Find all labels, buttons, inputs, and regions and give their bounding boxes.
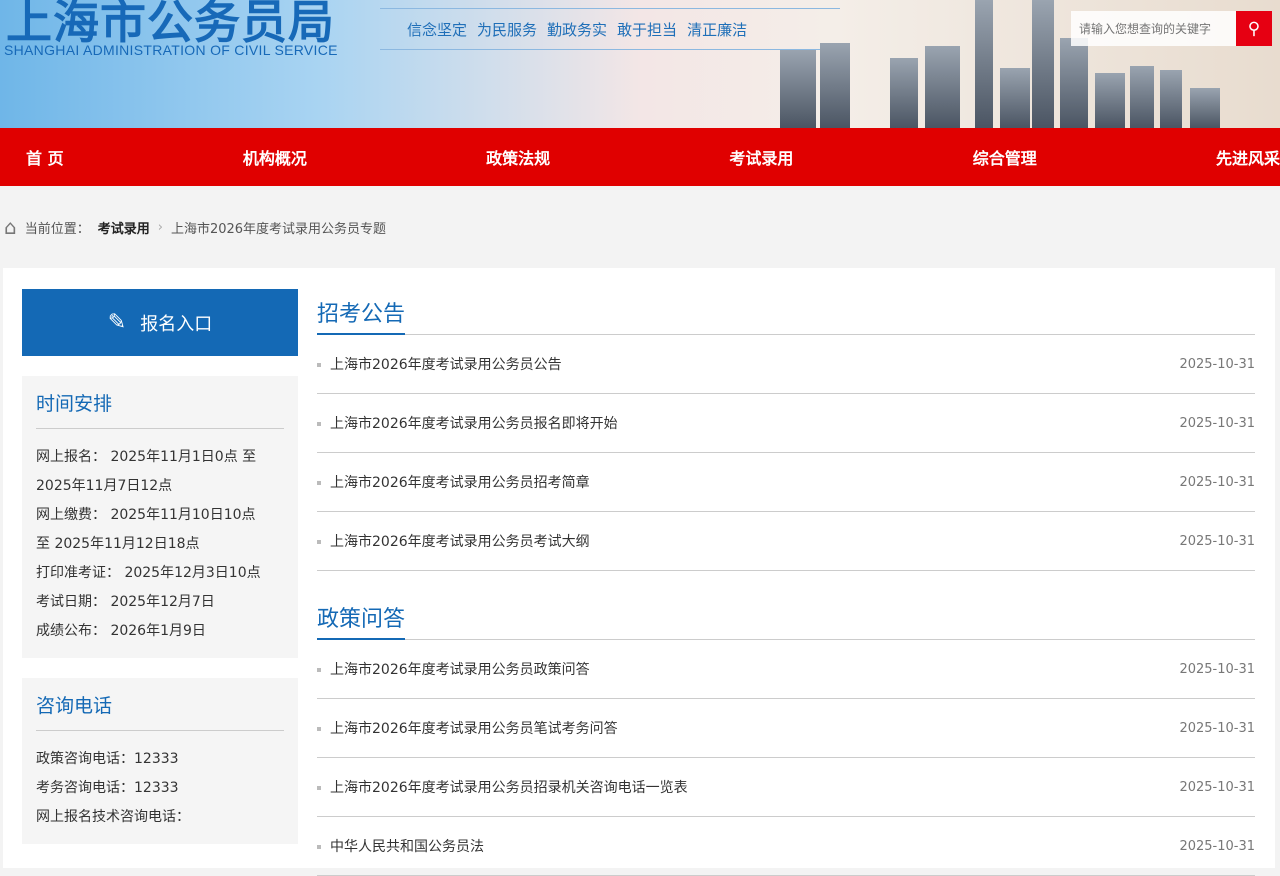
schedule-line: 考试日期： 2025年12月7日	[36, 594, 215, 610]
search-bar: ⚲	[1071, 11, 1272, 46]
item-title[interactable]: 中华人民共和国公务员法	[317, 836, 484, 856]
item-title[interactable]: 上海市2026年度考试录用公务员政策问答	[317, 659, 590, 679]
list-item[interactable]: 中华人民共和国公务员法 2025-10-31	[317, 817, 1255, 876]
sidebar: ✎ 报名入口 时间安排 网上报名： 2025年11月1日0点 至 2025年11…	[22, 289, 298, 844]
schedule-line: 2025年11月7日12点	[36, 478, 173, 494]
announcements-section: 招考公告 上海市2026年度考试录用公务员公告 2025-10-31 上海市202…	[317, 296, 1255, 571]
item-title[interactable]: 上海市2026年度考试录用公务员笔试考务问答	[317, 718, 618, 738]
slogan: 勤政务实	[547, 20, 608, 39]
home-icon[interactable]: ⌂	[4, 215, 17, 239]
list-item[interactable]: 上海市2026年度考试录用公务员政策问答 2025-10-31	[317, 640, 1255, 699]
search-button[interactable]: ⚲	[1236, 11, 1272, 46]
nav-home[interactable]: 首 页	[26, 145, 64, 169]
item-date: 2025-10-31	[1179, 661, 1255, 677]
signup-button[interactable]: ✎ 报名入口	[22, 289, 298, 356]
contact-box: 咨询电话 政策咨询电话：12333 考务咨询电话：12333 网上报名技术咨询电…	[22, 678, 298, 844]
slogan: 敢于担当	[617, 20, 678, 39]
nav-exam[interactable]: 考试录用	[729, 145, 793, 169]
slogan: 信念坚定	[407, 20, 468, 39]
breadcrumb-section[interactable]: 考试录用	[98, 218, 150, 237]
logo-subtitle: SHANGHAI ADMINISTRATION OF CIVIL SERVICE	[4, 42, 338, 58]
main-nav: 首 页 机构概况 政策法规 考试录用 综合管理 先进风采	[0, 128, 1280, 186]
list-item[interactable]: 上海市2026年度考试录用公务员公告 2025-10-31	[317, 335, 1255, 394]
policy-qa-section: 政策问答 上海市2026年度考试录用公务员政策问答 2025-10-31 上海市2…	[317, 601, 1255, 876]
contact-line: 网上报名技术咨询电话：	[36, 809, 190, 825]
breadcrumb-current: 上海市2026年度考试录用公务员专题	[170, 221, 387, 237]
main-content: 招考公告 上海市2026年度考试录用公务员公告 2025-10-31 上海市202…	[317, 296, 1255, 876]
item-title[interactable]: 上海市2026年度考试录用公务员报名即将开始	[317, 413, 618, 433]
item-title[interactable]: 上海市2026年度考试录用公务员公告	[317, 354, 562, 374]
content-card: ✎ 报名入口 时间安排 网上报名： 2025年11月1日0点 至 2025年11…	[3, 268, 1275, 876]
item-title[interactable]: 上海市2026年度考试录用公务员招录机关咨询电话一览表	[317, 777, 688, 797]
chevron-right-icon: ›	[157, 219, 163, 235]
section-title[interactable]: 政策问答	[317, 601, 406, 640]
nav-policy[interactable]: 政策法规	[486, 145, 550, 169]
breadcrumb-label: 当前位置：	[24, 221, 90, 237]
schedule-title: 时间安排	[36, 386, 284, 429]
nav-management[interactable]: 综合管理	[973, 145, 1037, 169]
slogan: 为民服务	[477, 20, 538, 39]
item-date: 2025-10-31	[1179, 779, 1255, 795]
list-item[interactable]: 上海市2026年度考试录用公务员报名即将开始 2025-10-31	[317, 394, 1255, 453]
breadcrumb: ⌂ 当前位置： 考试录用 › 上海市2026年度考试录用公务员专题	[0, 186, 1280, 268]
schedule-line: 打印准考证： 2025年12月3日10点	[36, 565, 261, 581]
search-icon: ⚲	[1247, 18, 1261, 38]
nav-about[interactable]: 机构概况	[243, 145, 307, 169]
list-item[interactable]: 上海市2026年度考试录用公务员招录机关咨询电话一览表 2025-10-31	[317, 758, 1255, 817]
search-input[interactable]	[1071, 11, 1236, 46]
schedule-box: 时间安排 网上报名： 2025年11月1日0点 至 2025年11月7日12点 …	[22, 376, 298, 658]
item-date: 2025-10-31	[1179, 533, 1255, 549]
contact-line: 考务咨询电话：12333	[36, 780, 179, 796]
schedule-line: 网上缴费： 2025年11月10日10点	[36, 507, 256, 523]
item-date: 2025-10-31	[1179, 838, 1255, 854]
list-item[interactable]: 上海市2026年度考试录用公务员考试大纲 2025-10-31	[317, 512, 1255, 571]
list-item[interactable]: 上海市2026年度考试录用公务员笔试考务问答 2025-10-31	[317, 699, 1255, 758]
schedule-line: 至 2025年11月12日18点	[36, 536, 200, 552]
signup-label: 报名入口	[140, 313, 213, 335]
item-title[interactable]: 上海市2026年度考试录用公务员考试大纲	[317, 531, 590, 551]
contact-title: 咨询电话	[36, 688, 284, 731]
item-date: 2025-10-31	[1179, 356, 1255, 372]
item-title[interactable]: 上海市2026年度考试录用公务员招考简章	[317, 472, 590, 492]
section-title[interactable]: 招考公告	[317, 296, 406, 335]
schedule-line: 网上报名： 2025年11月1日0点 至	[36, 449, 257, 465]
item-date: 2025-10-31	[1179, 720, 1255, 736]
slogan: 清正廉洁	[687, 20, 748, 39]
site-header: 上海市公务员局 SHANGHAI ADMINISTRATION OF CIVIL…	[0, 0, 1280, 128]
item-date: 2025-10-31	[1179, 474, 1255, 490]
item-date: 2025-10-31	[1179, 415, 1255, 431]
edit-icon: ✎	[107, 310, 127, 335]
nav-exemplars[interactable]: 先进风采	[1216, 145, 1280, 169]
contact-line: 政策咨询电话：12333	[36, 751, 179, 767]
schedule-line: 成绩公布： 2026年1月9日	[36, 623, 206, 639]
list-item[interactable]: 上海市2026年度考试录用公务员招考简章 2025-10-31	[317, 453, 1255, 512]
